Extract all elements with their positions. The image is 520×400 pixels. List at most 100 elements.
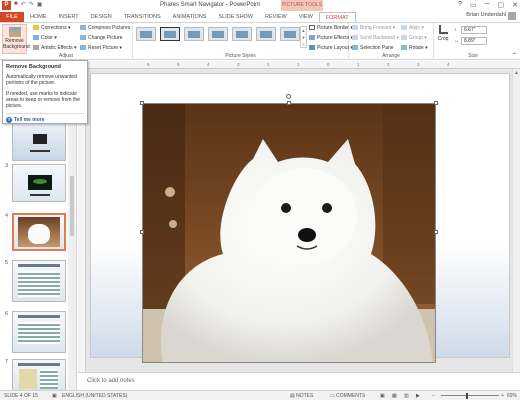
send-backward-button[interactable]: Send Backward ▾ <box>352 35 399 41</box>
slide-7-content <box>40 369 58 389</box>
reset-picture-button[interactable]: Reset Picture ▾ <box>80 45 122 51</box>
slide-show-icon[interactable]: ▶ <box>416 393 420 399</box>
tab-file[interactable]: FILE <box>0 12 24 22</box>
scroll-up-icon[interactable]: ▲ <box>513 70 520 76</box>
normal-view-icon[interactable]: ▣ <box>380 393 385 399</box>
slide-3-image <box>28 175 52 190</box>
zoom-slider-thumb[interactable] <box>466 393 468 399</box>
tab-insert[interactable]: INSERT <box>53 12 85 22</box>
compress-pictures-icon <box>80 25 86 31</box>
current-slide[interactable] <box>90 73 510 363</box>
slide-thumbnail-7[interactable] <box>12 359 66 391</box>
ruler-tick: 2 <box>267 62 270 67</box>
zoom-in-icon[interactable]: + <box>501 393 504 399</box>
comments-button[interactable]: ▭ COMMENTS <box>330 393 365 399</box>
minimize-icon[interactable]: ─ <box>485 1 490 9</box>
slide-5-content <box>18 271 60 297</box>
artistic-effects-button[interactable]: Artistic Effects ▾ <box>33 45 76 51</box>
tooltip-title: Remove Background <box>6 64 62 70</box>
bring-forward-button[interactable]: Bring Forward ▾ <box>352 25 395 31</box>
language-indicator[interactable]: ENGLISH (UNITED STATES) <box>62 393 127 399</box>
user-name[interactable]: Brian Underdahl <box>466 12 506 18</box>
picture-border-button[interactable]: Picture Border ▾ <box>309 25 353 31</box>
rotate-button[interactable]: Rotate ▾ <box>401 45 428 51</box>
spelling-icon[interactable]: ▣ <box>52 393 57 399</box>
picture-style-7[interactable] <box>280 27 300 41</box>
close-icon[interactable]: ✕ <box>512 1 518 9</box>
ruler-tick: 0 <box>327 62 330 67</box>
zoom-slider[interactable] <box>441 395 499 396</box>
redo-icon[interactable]: ↷ <box>29 1 34 8</box>
tab-format[interactable]: FORMAT <box>318 12 356 22</box>
tab-review[interactable]: REVIEW <box>259 12 293 22</box>
notes-pane[interactable]: Click to add notes <box>78 372 520 390</box>
reset-picture-icon <box>80 45 86 51</box>
thumbnail-scrollbar-thumb[interactable] <box>70 176 74 236</box>
picture-style-6[interactable] <box>256 27 276 41</box>
tab-transitions[interactable]: TRANSITIONS <box>118 12 167 22</box>
tab-animations[interactable]: ANIMATIONS <box>167 12 213 22</box>
change-picture-button[interactable]: Change Picture <box>80 35 122 41</box>
picture-style-1[interactable] <box>136 27 156 41</box>
slide-7-map <box>19 369 37 389</box>
slide-sorter-icon[interactable]: ▦ <box>392 393 397 399</box>
remove-background-button[interactable]: Remove Background <box>2 24 30 54</box>
picture-layout-button[interactable]: Picture Layout ▾ <box>309 45 353 51</box>
picture-style-2[interactable] <box>160 27 180 41</box>
tab-home[interactable]: HOME <box>24 12 53 22</box>
color-button[interactable]: Color ▾ <box>33 35 57 41</box>
zoom-out-icon[interactable]: − <box>432 393 435 399</box>
gallery-more-button[interactable]: ▲ ▼ ≡ <box>300 26 307 48</box>
save-icon[interactable]: ■ <box>14 1 18 8</box>
slide-thumbnail-2[interactable] <box>12 119 66 161</box>
resize-handle-left[interactable] <box>140 230 144 234</box>
notes-button[interactable]: ▤ NOTES <box>290 393 313 399</box>
tab-design[interactable]: DESIGN <box>85 12 118 22</box>
resize-handle-top-left[interactable] <box>140 101 144 105</box>
height-field[interactable]: 6.67" <box>461 26 487 34</box>
slide-thumbnail-4[interactable] <box>12 213 66 251</box>
start-from-beginning-icon[interactable]: ▣ <box>37 1 43 8</box>
picture-style-5[interactable] <box>232 27 252 41</box>
resize-handle-top-right[interactable] <box>434 101 438 105</box>
slide-number-5: 5 <box>5 260 9 266</box>
picture-effects-button[interactable]: Picture Effects ▾ <box>309 35 353 41</box>
help-icon[interactable]: ? <box>458 1 462 9</box>
width-field[interactable]: 8.89" <box>461 37 487 45</box>
dog-photo[interactable] <box>142 103 436 363</box>
zoom-level[interactable]: 69% <box>507 393 517 399</box>
align-button[interactable]: Align ▾ <box>401 25 424 31</box>
status-bar: SLIDE 4 OF 15 ▣ ENGLISH (UNITED STATES) … <box>0 390 520 400</box>
group-button[interactable]: Group ▾ <box>401 35 427 41</box>
reading-view-icon[interactable]: ▥ <box>404 393 409 399</box>
rotation-handle[interactable] <box>286 94 291 99</box>
crop-button[interactable]: Crop <box>436 25 450 42</box>
tell-me-more-link[interactable]: ? Tell me more <box>6 113 84 124</box>
adjust-group-label: Adjust <box>59 53 73 59</box>
undo-icon[interactable]: ↶ <box>21 1 26 8</box>
slide-2-image <box>33 134 47 144</box>
picture-style-3[interactable] <box>184 27 204 41</box>
slide-thumbnail-3[interactable] <box>12 164 66 202</box>
arrange-group: Bring Forward ▾ Send Backward ▾ Selectio… <box>349 23 434 60</box>
avatar[interactable] <box>508 12 516 20</box>
picture-effects-icon <box>309 35 315 41</box>
tab-view[interactable]: VIEW <box>293 12 319 22</box>
slide-thumbnail-5[interactable] <box>12 260 66 302</box>
collapse-ribbon-icon[interactable]: ⌃ <box>512 52 517 59</box>
compress-pictures-button[interactable]: Compress Pictures <box>80 25 130 31</box>
resize-handle-top[interactable] <box>287 101 291 105</box>
picture-style-4[interactable] <box>208 27 228 41</box>
resize-handle-right[interactable] <box>434 230 438 234</box>
editor-scrollbar[interactable]: ▲ <box>512 69 520 372</box>
maximize-icon[interactable]: ▢ <box>498 1 505 9</box>
group-icon <box>401 35 407 41</box>
powerpoint-app-icon[interactable]: P <box>2 1 11 10</box>
corrections-button[interactable]: Corrections ▾ <box>33 25 70 31</box>
slide-thumbnail-6[interactable] <box>12 311 66 353</box>
ribbon: Remove Background Corrections ▾ Color ▾ … <box>0 22 520 60</box>
ribbon-display-options-icon[interactable]: ▭ <box>470 1 477 9</box>
tab-slide-show[interactable]: SLIDE SHOW <box>212 12 259 22</box>
tooltip-description: Automatically remove unwanted portions o… <box>6 74 77 87</box>
selection-pane-button[interactable]: Selection Pane <box>352 45 394 51</box>
